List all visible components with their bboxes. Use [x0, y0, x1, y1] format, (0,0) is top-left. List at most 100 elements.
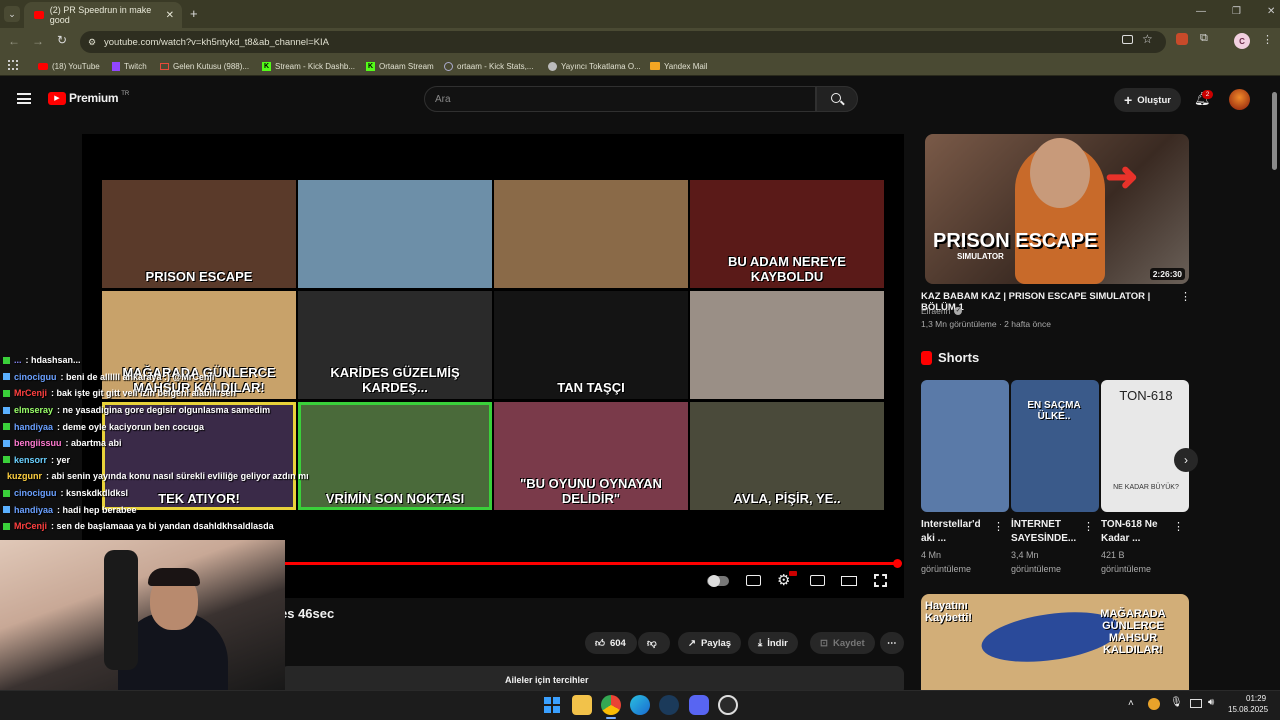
- maximize-icon[interactable]: ❐: [1232, 6, 1241, 17]
- download-button[interactable]: ⤓ İndir: [748, 632, 798, 654]
- tab-close-icon[interactable]: ✕: [166, 10, 174, 21]
- autoplay-toggle[interactable]: [707, 575, 729, 587]
- end-screen-video-thumbnail[interactable]: PRISON ESCAPE: [102, 180, 296, 288]
- save-label: Kaydet: [832, 637, 865, 649]
- back-icon[interactable]: ←: [8, 34, 20, 48]
- short-title[interactable]: Interstellar'd aki ...: [921, 518, 989, 546]
- apps-grid-icon[interactable]: [8, 60, 18, 70]
- short-title[interactable]: TON-618 Ne Kadar ...: [1101, 518, 1169, 546]
- tray-app-icon[interactable]: [1148, 698, 1160, 710]
- channel-name[interactable]: Elraenn ✓: [921, 306, 963, 316]
- bookmark-kick-dashboard[interactable]: K Stream - Kick Dashb...: [262, 58, 355, 74]
- hamburger-menu-icon[interactable]: [17, 93, 31, 104]
- search-button[interactable]: [816, 86, 858, 112]
- forward-icon[interactable]: →: [32, 34, 44, 48]
- clock-date[interactable]: 15.08.2025: [1228, 705, 1268, 714]
- youtube-bm-icon: [38, 62, 48, 70]
- theater-mode-icon[interactable]: [841, 576, 857, 586]
- bookmark-ortaam-stream[interactable]: K Ortaam Stream: [366, 58, 434, 74]
- obs-icon[interactable]: [718, 695, 738, 715]
- chrome-icon[interactable]: [601, 695, 621, 715]
- like-button[interactable]: 👍︎ 604: [585, 632, 637, 654]
- chat-text: : sen de başlamaaa ya bi yandan dsahldkh…: [51, 521, 274, 532]
- site-info-icon[interactable]: ⚙: [88, 37, 96, 48]
- shorts-next-button[interactable]: ›: [1174, 448, 1198, 472]
- clock-time[interactable]: 01:29: [1246, 694, 1266, 703]
- end-screen-video-thumbnail[interactable]: [298, 180, 492, 288]
- install-app-icon[interactable]: [1122, 35, 1133, 44]
- main-recommended-thumbnail[interactable]: ➜ PRISON ESCAPE SIMULATOR 2:26:30: [925, 134, 1189, 284]
- bookmark-star-icon[interactable]: ☆: [1142, 32, 1153, 46]
- end-screen-video-thumbnail[interactable]: "BU OYUNU OYNAYAN DELİDİR": [494, 402, 688, 510]
- account-avatar[interactable]: [1229, 89, 1250, 110]
- end-screen-video-thumbnail[interactable]: AVLA, PİŞİR, YE..: [690, 402, 884, 510]
- short-title[interactable]: İNTERNET SAYESİNDE...: [1011, 518, 1079, 546]
- short-options-icon[interactable]: ⋮: [993, 520, 1004, 533]
- bookmark-kick-stats[interactable]: ortaam - Kick Stats,...: [444, 58, 533, 74]
- tray-overflow-icon[interactable]: ˄: [1128, 698, 1134, 709]
- short-thumbnail[interactable]: [921, 380, 1009, 512]
- window-close-icon[interactable]: ✕: [1267, 6, 1275, 17]
- share-label: Paylaş: [700, 637, 732, 649]
- dislike-button[interactable]: 👎︎: [638, 632, 670, 654]
- bookmark-tokatlama[interactable]: Yayıncı Tokatlama O...: [548, 58, 641, 74]
- more-actions-button[interactable]: ⋯: [880, 632, 904, 654]
- bookmark-twitch[interactable]: Twitch: [112, 58, 147, 74]
- sidebar-scrollbar[interactable]: [1272, 92, 1277, 170]
- end-screen-video-thumbnail[interactable]: VRİMİN SON NOKTASI: [298, 402, 492, 510]
- video-options-icon[interactable]: ⋮: [1180, 290, 1191, 303]
- chat-message: cinociguu: ksnskdkdldksl: [0, 485, 300, 502]
- bookmark-yandex-mail[interactable]: Yandex Mail: [650, 58, 707, 74]
- save-button[interactable]: ⊡ Kaydet: [810, 632, 875, 654]
- kick-icon: K: [262, 61, 271, 71]
- chat-message: ...: hdashsan...: [0, 352, 300, 369]
- extension-icon[interactable]: [1176, 33, 1188, 45]
- progress-bar[interactable]: [270, 562, 898, 565]
- miniplayer-icon[interactable]: [810, 575, 825, 586]
- short-options-icon[interactable]: ⋮: [1173, 520, 1184, 533]
- browser-menu-icon[interactable]: ⋮: [1262, 33, 1273, 46]
- microphone-icon[interactable]: 🎙︎: [1170, 697, 1183, 708]
- fullscreen-icon[interactable]: [874, 574, 887, 587]
- thumb-title: PRISON ESCAPE: [933, 230, 1098, 252]
- discord-icon[interactable]: [689, 695, 709, 715]
- volume-icon[interactable]: 🔊︎: [1208, 697, 1214, 708]
- search-input[interactable]: Ara: [424, 86, 816, 112]
- reload-icon[interactable]: ↻: [57, 33, 67, 47]
- bottom-recommended-thumbnail[interactable]: Hayatını Kaybetti! MAĞARADA GÜNLERCE MAH…: [921, 594, 1189, 690]
- thumbnail-caption: AVLA, PİŞİR, YE..: [733, 491, 841, 506]
- end-screen-video-thumbnail[interactable]: [494, 180, 688, 288]
- subtitles-icon[interactable]: [746, 575, 761, 586]
- bookmark-gmail[interactable]: Gelen Kutusu (988)...: [160, 58, 249, 74]
- channel-label: Elraenn: [921, 306, 951, 316]
- tab-list-icon[interactable]: ⌄: [4, 6, 20, 22]
- youtube-play-icon: ▶: [48, 91, 66, 105]
- end-screen-video-thumbnail[interactable]: TAN TAŞÇI: [494, 291, 688, 399]
- bookmark-youtube[interactable]: (18) YouTube: [38, 58, 100, 74]
- windows-start-icon[interactable]: [544, 697, 560, 713]
- progress-scrubber[interactable]: [893, 559, 902, 568]
- end-screen-video-thumbnail[interactable]: BU ADAM NEREYE KAYBOLDU: [690, 180, 884, 288]
- end-screen-video-thumbnail[interactable]: [690, 291, 884, 399]
- extensions-puzzle-icon[interactable]: ⧉: [1200, 32, 1208, 45]
- file-explorer-icon[interactable]: [572, 695, 592, 715]
- share-button[interactable]: ↗ Paylaş: [678, 632, 742, 654]
- short-options-icon[interactable]: ⋮: [1083, 520, 1094, 533]
- youtube-logo[interactable]: ▶ Premium TR: [48, 91, 129, 105]
- new-tab-icon[interactable]: +: [190, 6, 198, 21]
- hd-badge: [789, 571, 797, 576]
- end-screen-video-thumbnail[interactable]: KARİDES GÜZELMİŞ KARDEŞ...: [298, 291, 492, 399]
- edge-icon[interactable]: [630, 695, 650, 715]
- create-button[interactable]: + Oluştur: [1114, 88, 1181, 112]
- address-bar[interactable]: ⚙ youtube.com/watch?v=kh5ntykd_t8&ab_cha…: [80, 31, 1166, 53]
- thumb-right-text: MAĞARADA GÜNLERCE MAHSUR KALDILAR!: [1100, 608, 1166, 656]
- steam-icon[interactable]: [659, 695, 679, 715]
- window-controls: — ❐ ✕: [1196, 6, 1275, 17]
- browser-tab[interactable]: (2) PR Speedrun in make good ✕: [24, 2, 182, 28]
- profile-avatar[interactable]: C: [1234, 33, 1250, 49]
- minimize-icon[interactable]: —: [1196, 6, 1206, 17]
- chat-text: : ne yasadigina gore degisir olgunlasma …: [57, 405, 271, 416]
- display-icon[interactable]: [1190, 699, 1202, 708]
- video-meta: 1,3 Mn görüntüleme · 2 hafta önce: [921, 319, 1051, 329]
- chat-username: cinociguu: [14, 371, 57, 382]
